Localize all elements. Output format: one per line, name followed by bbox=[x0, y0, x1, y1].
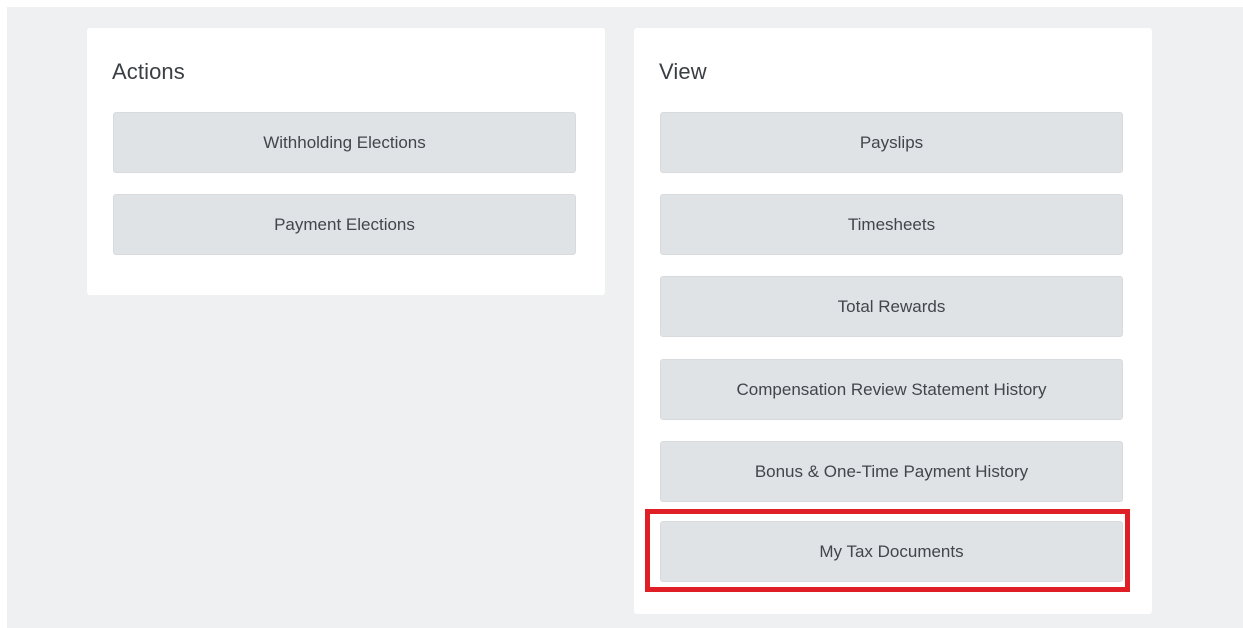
total-rewards-button[interactable]: Total Rewards bbox=[660, 276, 1123, 337]
withholding-elections-button[interactable]: Withholding Elections bbox=[113, 112, 576, 173]
payslips-button[interactable]: Payslips bbox=[660, 112, 1123, 173]
view-title: View bbox=[659, 59, 707, 84]
payment-elections-button[interactable]: Payment Elections bbox=[113, 194, 576, 255]
my-tax-documents-button[interactable]: My Tax Documents bbox=[660, 521, 1123, 582]
page: Actions Withholding Elections Payment El… bbox=[0, 0, 1243, 628]
actions-title: Actions bbox=[112, 59, 185, 84]
actions-card: Actions Withholding Elections Payment El… bbox=[87, 28, 605, 295]
timesheets-button[interactable]: Timesheets bbox=[660, 194, 1123, 255]
bonus-one-time-payment-history-button[interactable]: Bonus & One-Time Payment History bbox=[660, 441, 1123, 502]
view-card: View Payslips Timesheets Total Rewards C… bbox=[634, 28, 1152, 614]
compensation-review-statement-history-button[interactable]: Compensation Review Statement History bbox=[660, 359, 1123, 420]
